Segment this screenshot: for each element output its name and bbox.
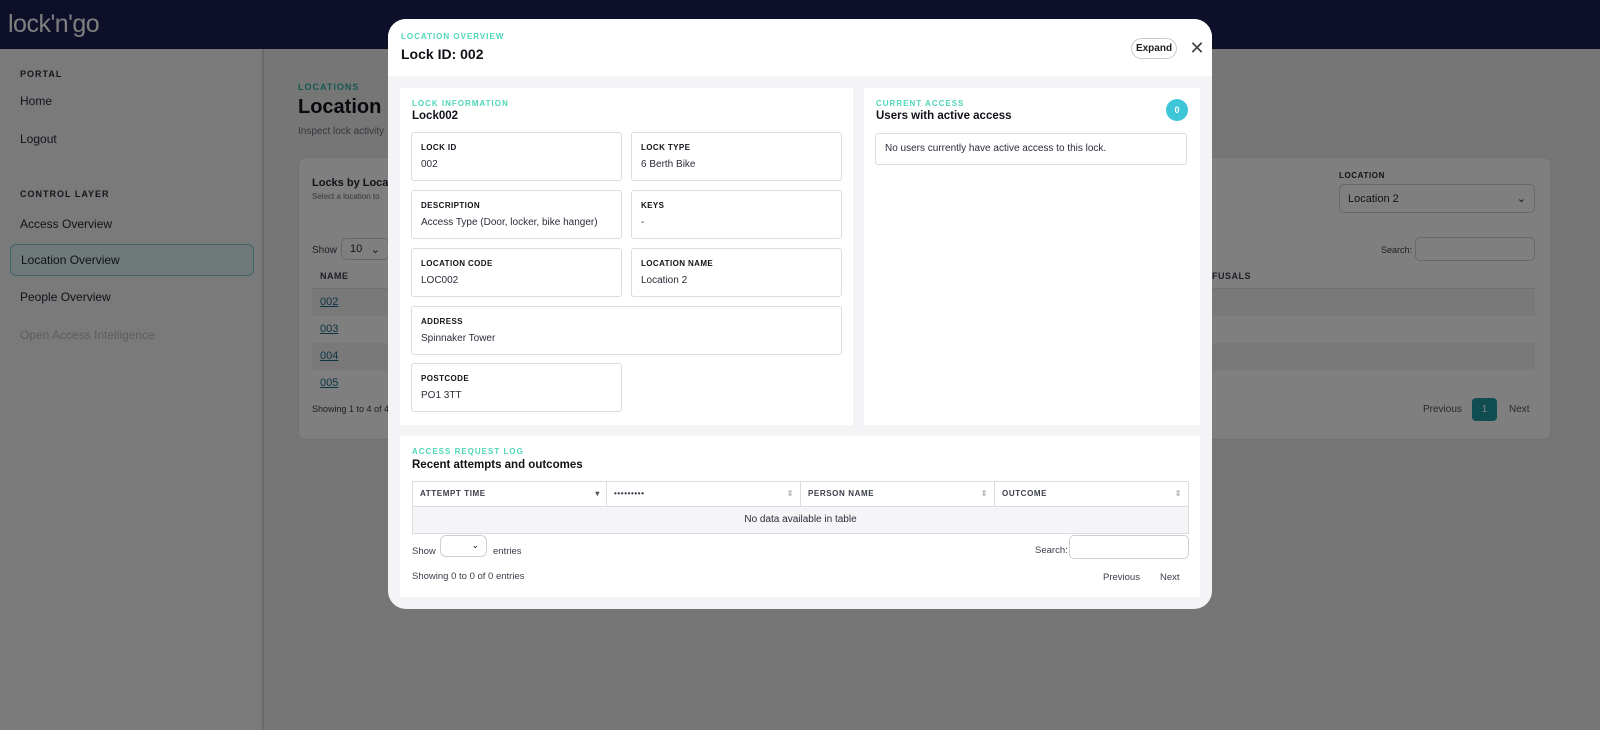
table-empty-row: No data available in table — [413, 507, 1188, 533]
access-log-eyebrow: ACCESS REQUEST LOG — [412, 447, 524, 456]
column-header-person-name[interactable]: PERSON NAME ⇕ — [801, 482, 995, 506]
field-value: Access Type (Door, locker, bike hanger) — [421, 217, 598, 228]
active-users-count-badge: 0 — [1166, 99, 1188, 121]
modal-eyebrow: LOCATION OVERVIEW — [401, 32, 505, 41]
field-label: DESCRIPTION — [421, 201, 481, 210]
lock-information-title: Lock002 — [412, 110, 459, 122]
field-label: ADDRESS — [421, 317, 463, 326]
field-label: LOCK TYPE — [641, 143, 691, 152]
chevron-down-icon: ⌄ — [471, 540, 479, 550]
field-value: - — [641, 217, 645, 228]
sort-icon: ⇕ — [1174, 489, 1182, 498]
column-header-masked[interactable]: ••••••••• ⇕ — [607, 482, 801, 506]
sort-desc-icon: ▾ — [595, 489, 600, 498]
entries-label: entries — [493, 546, 522, 557]
access-log-table: ATTEMPT TIME ▾ ••••••••• ⇕ PERSON NAME ⇕… — [412, 481, 1189, 534]
field-value: Location 2 — [641, 275, 688, 286]
field-value: Spinnaker Tower — [421, 333, 496, 344]
table-header: ATTEMPT TIME ▾ ••••••••• ⇕ PERSON NAME ⇕… — [413, 482, 1188, 507]
column-header-label: ATTEMPT TIME — [420, 489, 486, 498]
lock-overview-modal: LOCATION OVERVIEW Lock ID: 002 Expand ✕ … — [388, 19, 1212, 609]
column-header-label: OUTCOME — [1002, 489, 1048, 498]
field-location-name: LOCATION NAME Location 2 — [631, 248, 842, 297]
field-label: LOCK ID — [421, 143, 457, 152]
sort-icon: ⇕ — [786, 489, 794, 498]
column-header-attempt-time[interactable]: ATTEMPT TIME ▾ — [413, 482, 607, 506]
field-lock-type: LOCK TYPE 6 Berth Bike — [631, 132, 842, 181]
lock-information-panel: LOCK INFORMATION Lock002 LOCK ID 002 LOC… — [400, 88, 853, 425]
field-description: DESCRIPTION Access Type (Door, locker, b… — [411, 190, 622, 239]
page-length-select[interactable]: ⌄ — [440, 535, 487, 557]
field-label: LOCATION NAME — [641, 259, 714, 268]
field-value: LOC002 — [421, 275, 459, 286]
column-header-label: ••••••••• — [614, 489, 645, 498]
field-lock-id: LOCK ID 002 — [411, 132, 622, 181]
current-access-panel: CURRENT ACCESS Users with active access … — [864, 88, 1200, 425]
field-keys: KEYS - — [631, 190, 842, 239]
lock-information-eyebrow: LOCK INFORMATION — [412, 99, 509, 108]
expand-button[interactable]: Expand — [1131, 38, 1177, 59]
current-access-eyebrow: CURRENT ACCESS — [876, 99, 965, 108]
sort-icon: ⇕ — [980, 489, 988, 498]
field-value: 6 Berth Bike — [641, 159, 696, 170]
table-info: Showing 0 to 0 of 0 entries — [412, 571, 525, 582]
show-label: Show — [412, 546, 436, 557]
search-label: Search: — [1035, 545, 1068, 556]
field-label: KEYS — [641, 201, 665, 210]
column-header-label: PERSON NAME — [808, 489, 875, 498]
field-value: 002 — [421, 159, 438, 170]
column-header-outcome[interactable]: OUTCOME ⇕ — [995, 482, 1188, 506]
field-label: POSTCODE — [421, 374, 470, 383]
field-postcode: POSTCODE PO1 3TT — [411, 363, 622, 412]
modal-title: Lock ID: 002 — [401, 46, 484, 62]
field-value: PO1 3TT — [421, 390, 462, 401]
field-address: ADDRESS Spinnaker Tower — [411, 306, 842, 355]
search-input[interactable] — [1069, 535, 1189, 559]
access-request-log-panel: ACCESS REQUEST LOG Recent attempts and o… — [400, 436, 1200, 597]
access-log-title: Recent attempts and outcomes — [412, 459, 583, 471]
modal-header: LOCATION OVERVIEW Lock ID: 002 Expand ✕ — [388, 19, 1212, 76]
no-active-access-message: No users currently have active access to… — [875, 133, 1187, 165]
previous-page-button[interactable]: Previous — [1103, 572, 1140, 583]
current-access-title: Users with active access — [876, 110, 1012, 122]
field-location-code: LOCATION CODE LOC002 — [411, 248, 622, 297]
field-label: LOCATION CODE — [421, 259, 493, 268]
next-page-button[interactable]: Next — [1160, 572, 1180, 583]
close-icon[interactable]: ✕ — [1187, 38, 1207, 58]
